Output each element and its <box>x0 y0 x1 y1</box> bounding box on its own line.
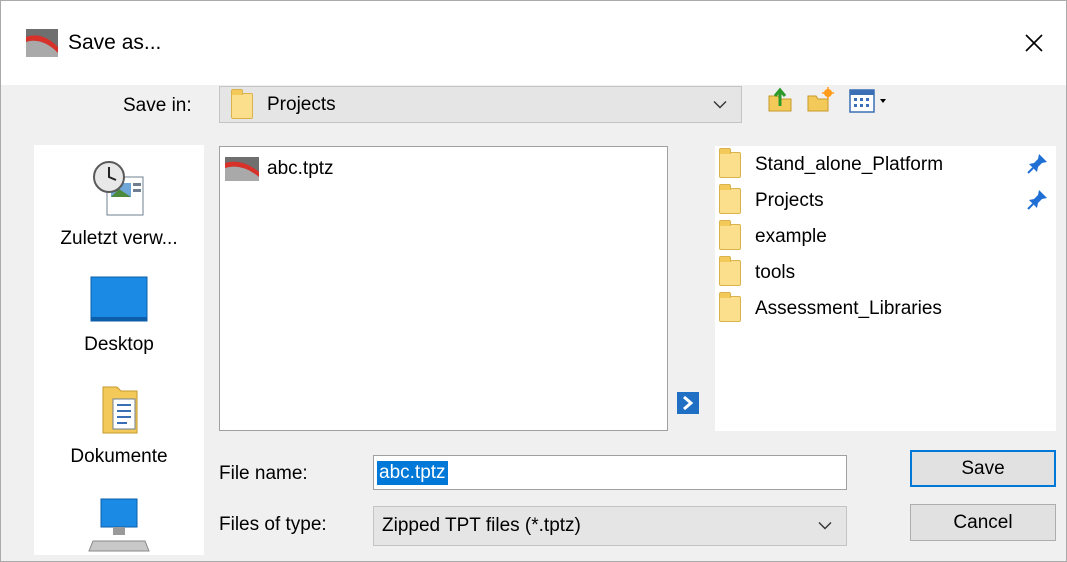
close-icon <box>1025 34 1043 52</box>
expand-recent-button[interactable] <box>677 392 699 414</box>
folder-icon <box>719 292 741 322</box>
recent-folder-item[interactable]: example <box>719 220 1053 254</box>
chevron-down-icon <box>713 100 727 108</box>
file-type-label: Files of type: <box>219 514 327 535</box>
computer-icon <box>88 498 150 552</box>
recent-folder-item[interactable]: tools <box>719 256 1053 290</box>
save-in-dropdown[interactable]: Projects <box>219 86 742 123</box>
save-in-value: Projects <box>267 93 336 115</box>
pin-icon[interactable] <box>1027 152 1049 174</box>
documents-icon <box>102 386 138 434</box>
place-desktop[interactable]: Desktop <box>34 275 204 356</box>
recent-folder-item[interactable]: Assessment_Libraries <box>719 292 1053 326</box>
recent-folder-label: Stand_alone_Platform <box>755 154 944 175</box>
recent-folder-label: example <box>755 226 827 247</box>
place-documents-label: Dokumente <box>70 446 168 467</box>
recent-folder-item[interactable]: Stand_alone_Platform <box>719 148 1053 182</box>
folder-icon <box>719 184 741 214</box>
recent-folders-panel: Stand_alone_Platform Projects example to… <box>715 146 1056 431</box>
file-name-input[interactable]: abc.tptz <box>373 455 847 490</box>
save-as-dialog: Save as... Save in: Projects Zuletzt ver… <box>0 0 1067 562</box>
view-menu-icon[interactable] <box>848 86 892 114</box>
places-bar: Zuletzt verw... Desktop Dokumente <box>34 145 204 555</box>
up-folder-icon[interactable] <box>766 86 794 114</box>
window-title: Save as... <box>68 31 162 54</box>
place-desktop-label: Desktop <box>84 334 154 355</box>
file-name-text: abc.tptz <box>267 158 334 179</box>
file-item[interactable]: abc.tptz <box>225 157 334 181</box>
folder-icon <box>719 148 741 178</box>
file-type-dropdown[interactable]: Zipped TPT files (*.tptz) <box>373 506 847 546</box>
file-name-value: abc.tptz <box>377 460 448 485</box>
file-list[interactable]: abc.tptz <box>219 146 668 431</box>
folder-icon <box>719 256 741 286</box>
recent-places-icon <box>93 161 144 216</box>
folder-icon <box>719 220 741 250</box>
place-computer[interactable] <box>34 497 204 555</box>
file-type-value: Zipped TPT files (*.tptz) <box>382 515 581 536</box>
place-recent[interactable]: Zuletzt verw... <box>34 157 204 250</box>
desktop-icon <box>90 276 148 322</box>
chevron-down-icon <box>818 522 832 530</box>
close-button[interactable] <box>1014 23 1054 63</box>
pin-icon[interactable] <box>1027 188 1049 210</box>
chevron-right-icon <box>683 396 694 410</box>
recent-folder-label: Projects <box>755 190 824 211</box>
file-name-label: File name: <box>219 463 308 484</box>
recent-folder-item[interactable]: Projects <box>719 184 1053 218</box>
save-button[interactable]: Save <box>910 450 1056 487</box>
place-documents[interactable]: Dokumente <box>34 381 204 468</box>
folder-icon <box>231 88 253 119</box>
cancel-button[interactable]: Cancel <box>910 504 1056 541</box>
app-logo-icon <box>26 29 58 57</box>
recent-folder-label: Assessment_Libraries <box>755 298 942 319</box>
title-bar: Save as... <box>1 1 1066 85</box>
save-in-label: Save in: <box>123 95 192 116</box>
tpt-file-icon <box>225 157 259 181</box>
recent-folder-label: tools <box>755 262 796 283</box>
place-recent-label: Zuletzt verw... <box>60 228 178 249</box>
new-folder-icon[interactable] <box>806 86 834 114</box>
